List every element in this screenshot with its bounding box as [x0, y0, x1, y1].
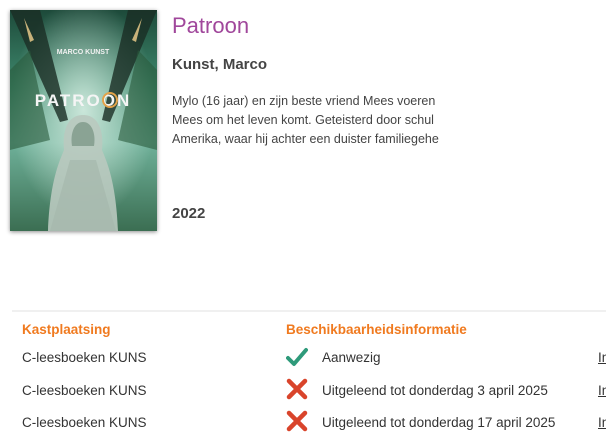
shelf-location: C-leesboeken KUNS — [22, 350, 147, 365]
section-divider — [12, 310, 606, 312]
status-column-header: Beschikbaarheidsinformatie — [286, 322, 467, 337]
shelf-column-header: Kastplaatsing — [22, 322, 111, 337]
shelf-location: C-leesboeken KUNS — [22, 415, 147, 430]
summary-line: Mees om het leven komt. Geteisterd door … — [172, 113, 434, 127]
summary-line: Mylo (16 jaar) en zijn beste vriend Mees… — [172, 94, 436, 108]
info-link[interactable]: In — [598, 415, 606, 430]
info-link[interactable]: In — [598, 383, 606, 398]
book-author: Kunst, Marco — [172, 56, 268, 73]
status-text: Uitgeleend tot donderdag 3 april 2025 — [322, 383, 548, 398]
book-title[interactable]: Patroon — [172, 13, 249, 39]
publication-year: 2022 — [172, 205, 206, 222]
cross-icon — [286, 378, 308, 400]
status-text: Aanwezig — [322, 350, 381, 365]
cover-author-text: MARCO KUNST — [57, 49, 110, 56]
shelf-location: C-leesboeken KUNS — [22, 383, 147, 398]
info-link[interactable]: In — [598, 350, 606, 365]
status-text: Uitgeleend tot donderdag 17 april 2025 — [322, 415, 556, 430]
book-summary: Mylo (16 jaar) en zijn beste vriend Mees… — [172, 92, 472, 149]
book-cover[interactable]: MARCO KUNST PATROON — [10, 10, 157, 231]
check-icon — [286, 348, 308, 366]
summary-line: Amerika, waar hij achter een duister fam… — [172, 132, 439, 146]
book-cover-image: MARCO KUNST PATROON — [10, 10, 157, 231]
cross-icon — [286, 410, 308, 432]
